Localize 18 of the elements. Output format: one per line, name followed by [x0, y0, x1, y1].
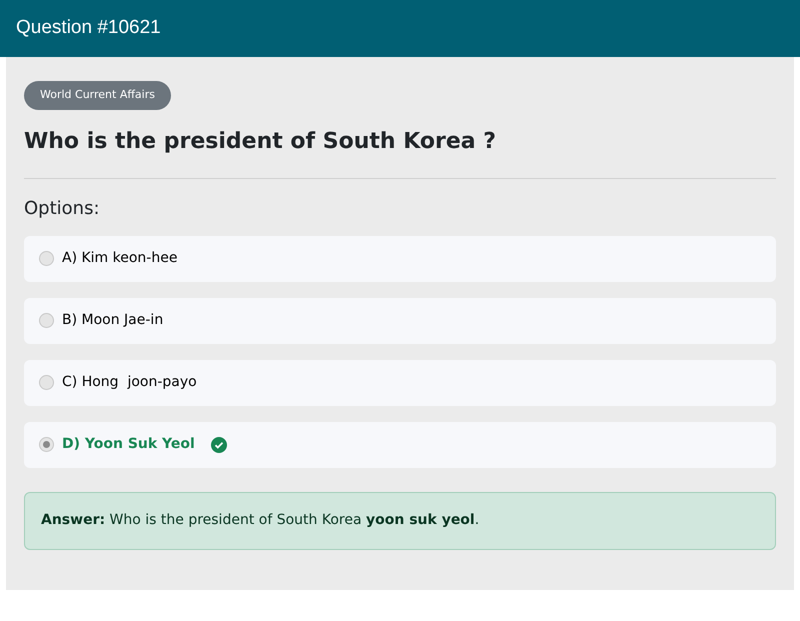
- option-text: A) Kim keon-hee: [62, 249, 178, 268]
- radio-button[interactable]: [39, 375, 54, 390]
- category-tag: World Current Affairs: [24, 81, 171, 110]
- radio-button[interactable]: [39, 251, 54, 266]
- option-item[interactable]: C) Hong joon-payo: [24, 360, 776, 406]
- question-title: Question #10621: [16, 16, 161, 40]
- option-item[interactable]: A) Kim keon-hee: [24, 236, 776, 282]
- answer-text: Answer: Who is the president of South Korea yoon suk yeol.: [41, 511, 480, 530]
- check-circle-icon: [210, 436, 227, 452]
- radio-button[interactable]: [39, 313, 54, 328]
- option-item[interactable]: D) Yoon Suk Yeol: [24, 422, 776, 468]
- option-text: D) Yoon Suk Yeol: [62, 435, 195, 454]
- question-text: Who is the president of South Korea ?: [24, 128, 498, 156]
- radio-button[interactable]: [39, 437, 54, 452]
- option-item[interactable]: B) Moon Jae-in: [24, 298, 776, 344]
- option-text: B) Moon Jae-in: [62, 311, 164, 330]
- options-label: Options:: [24, 196, 101, 220]
- option-text: C) Hong joon-payo: [62, 373, 197, 392]
